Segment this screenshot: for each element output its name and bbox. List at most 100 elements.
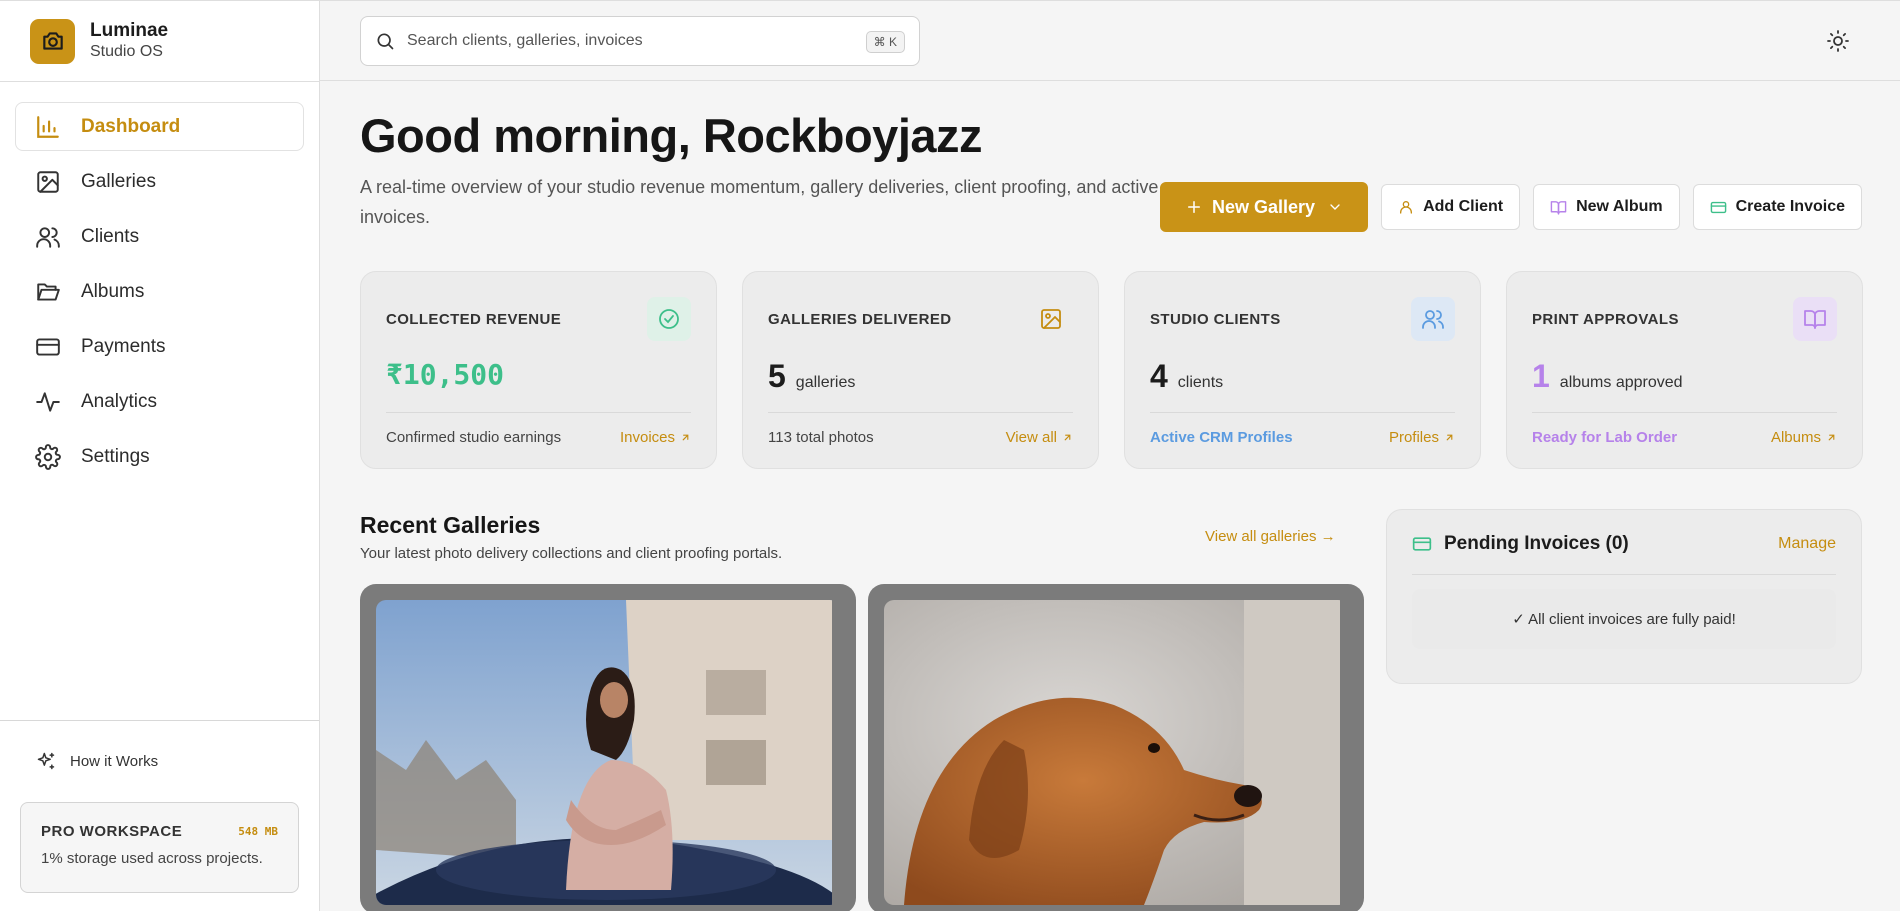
- recent-galleries-title: Recent Galleries: [360, 512, 541, 538]
- brand-subtitle: Studio OS: [90, 43, 163, 60]
- workspace-card: PRO WORKSPACE 548 MB 1% storage used acr…: [20, 802, 299, 893]
- view-all-link[interactable]: View all: [1006, 429, 1073, 446]
- brand-name: Luminae: [90, 20, 169, 41]
- stat-unit: galleries: [795, 374, 856, 391]
- sidebar-item-galleries[interactable]: Galleries: [15, 157, 304, 206]
- stat-value: ₹10,500: [386, 358, 505, 391]
- credit-card-icon: [34, 333, 62, 361]
- credit-card-icon: [1412, 534, 1444, 554]
- sun-icon: [1826, 29, 1850, 53]
- users-icon: [1411, 297, 1455, 341]
- page-intro: A real-time overview of your studio reve…: [360, 177, 1159, 227]
- chevron-down-icon: [1327, 199, 1343, 215]
- gallery-cover-image: [376, 600, 840, 905]
- folder-open-icon: [34, 278, 62, 306]
- sidebar-item-label: Clients: [81, 225, 140, 247]
- workspace-size: 548 MB: [238, 825, 278, 838]
- stat-label: COLLECTED REVENUE: [386, 310, 562, 328]
- sidebar-item-label: Analytics: [81, 390, 158, 412]
- activity-icon: [34, 388, 62, 416]
- sidebar-footer: How it Works PRO WORKSPACE 548 MB 1% sto…: [0, 720, 319, 911]
- new-gallery-label: New Gallery: [1212, 196, 1316, 217]
- book-open-icon: [1793, 297, 1837, 341]
- stat-footnote: Active CRM Profiles: [1150, 429, 1293, 446]
- arrow-up-right-icon: [1446, 434, 1453, 441]
- stat-link-label: View all: [1005, 429, 1057, 446]
- add-client-button[interactable]: Add Client: [1381, 184, 1521, 230]
- stat-unit: albums approved: [1559, 374, 1683, 391]
- create-invoice-button[interactable]: Create Invoice: [1692, 184, 1862, 230]
- invoices-empty-state: ✓ All client invoices are fully paid!: [1412, 589, 1836, 649]
- stat-card-galleries: GALLERIES DELIVERED 5 galleries 113 tota…: [742, 271, 1099, 469]
- stats-row: COLLECTED REVENUE ₹10,500 Confirmed stud…: [360, 271, 1863, 469]
- stat-footnote: 113 total photos: [768, 429, 874, 446]
- quick-actions: New Gallery Add Client New Album Create …: [1160, 182, 1862, 232]
- sidebar-item-clients[interactable]: Clients: [15, 212, 304, 261]
- new-album-button[interactable]: New Album: [1533, 184, 1680, 230]
- new-album-label: New Album: [1576, 198, 1663, 215]
- sidebar-item-dashboard[interactable]: Dashboard: [15, 102, 304, 151]
- check-circle-icon: [647, 297, 691, 341]
- stat-footnote: Ready for Lab Order: [1532, 429, 1678, 446]
- view-all-galleries-link[interactable]: View all galleries →: [1205, 528, 1336, 545]
- sidebar-item-label: Settings: [81, 445, 150, 467]
- stat-value: 1: [1532, 358, 1550, 394]
- stat-card-clients: STUDIO CLIENTS 4 clients Active CRM Prof…: [1124, 271, 1481, 469]
- invoices-link[interactable]: Invoices: [620, 429, 691, 446]
- image-icon: [34, 168, 62, 196]
- book-open-icon: [1550, 199, 1567, 216]
- create-invoice-label: Create Invoice: [1735, 198, 1845, 215]
- camera-icon: [30, 18, 75, 64]
- gallery-cover-image: [884, 600, 1348, 905]
- stat-label: STUDIO CLIENTS: [1150, 310, 1281, 328]
- gallery-card[interactable]: [868, 584, 1364, 911]
- workspace-description: 1% storage used across projects.: [41, 850, 263, 867]
- stat-label: GALLERIES DELIVERED: [768, 310, 952, 328]
- pending-invoices-panel: Pending Invoices (0) Manage ✓ All client…: [1386, 509, 1862, 684]
- stat-card-revenue: COLLECTED REVENUE ₹10,500 Confirmed stud…: [360, 271, 717, 469]
- sidebar-item-label: Dashboard: [81, 115, 181, 137]
- sidebar-nav: Dashboard Galleries Clients Albums Payme…: [0, 82, 319, 481]
- stat-card-print-approvals: PRINT APPROVALS 1 albums approved Ready …: [1506, 271, 1863, 469]
- workspace-title: PRO WORKSPACE: [41, 823, 183, 840]
- theme-toggle-button[interactable]: [1826, 29, 1850, 53]
- sidebar-item-settings[interactable]: Settings: [15, 432, 304, 481]
- sidebar-item-payments[interactable]: Payments: [15, 322, 304, 371]
- users-icon: [34, 223, 62, 251]
- stat-value: 4: [1150, 358, 1168, 394]
- stat-link-label: Albums: [1770, 429, 1821, 446]
- arrow-up-right-icon: [1828, 434, 1835, 441]
- how-it-works-link[interactable]: How it Works: [36, 751, 158, 771]
- stat-label: PRINT APPROVALS: [1532, 310, 1679, 328]
- arrow-up-right-icon: [1064, 434, 1071, 441]
- topbar: ⌘ K: [320, 0, 1900, 81]
- new-gallery-button[interactable]: New Gallery: [1160, 182, 1369, 232]
- bar-chart-icon: [34, 113, 62, 141]
- sidebar-item-label: Payments: [81, 335, 166, 357]
- sidebar: Luminae Studio OS Dashboard Galleries Cl…: [0, 0, 320, 911]
- stat-link-label: Profiles: [1388, 429, 1439, 446]
- albums-link[interactable]: Albums: [1771, 429, 1837, 446]
- pending-invoices-title: Pending Invoices (0): [1444, 533, 1629, 554]
- search-input[interactable]: [407, 32, 847, 50]
- plus-icon: [1185, 198, 1203, 216]
- brand[interactable]: Luminae Studio OS: [0, 1, 319, 82]
- manage-invoices-link[interactable]: Manage: [1778, 535, 1836, 553]
- sidebar-item-label: Albums: [81, 280, 145, 302]
- sidebar-item-label: Galleries: [81, 170, 156, 192]
- search-icon: [375, 31, 395, 51]
- add-client-label: Add Client: [1423, 198, 1504, 215]
- recent-galleries-subtitle: Your latest photo delivery collections a…: [360, 545, 783, 562]
- sidebar-item-analytics[interactable]: Analytics: [15, 377, 304, 426]
- search-box[interactable]: ⌘ K: [360, 16, 920, 66]
- stat-value: 5: [768, 358, 786, 394]
- stat-link-label: Invoices: [619, 429, 675, 446]
- gallery-card[interactable]: [360, 584, 856, 911]
- image-icon: [1029, 297, 1073, 341]
- profiles-link[interactable]: Profiles: [1389, 429, 1455, 446]
- page-title: Good morning, Rockboyjazz: [360, 109, 983, 162]
- sidebar-item-albums[interactable]: Albums: [15, 267, 304, 316]
- arrow-up-right-icon: [682, 434, 689, 441]
- stat-unit: clients: [1177, 374, 1224, 391]
- sparkles-icon: [36, 751, 56, 771]
